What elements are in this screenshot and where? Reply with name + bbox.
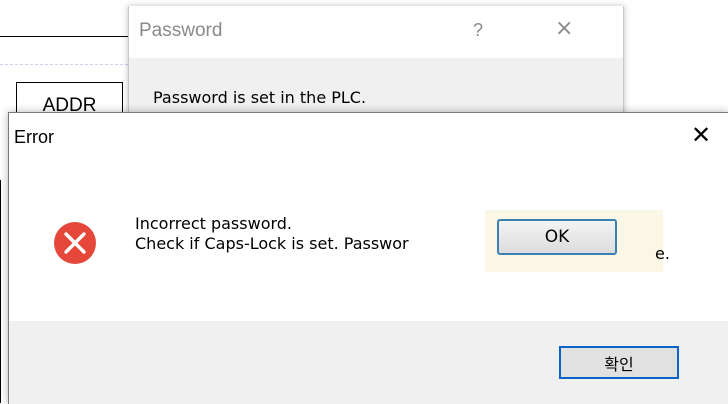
error-dialog-footer: 확인 xyxy=(9,321,728,404)
background-dashed-line xyxy=(0,64,128,65)
ok-button-overlay: OK e. xyxy=(485,210,670,272)
background-left-border xyxy=(0,180,1,403)
password-dialog-title: Password xyxy=(139,20,223,41)
error-dialog-titlebar: Error ✕ xyxy=(9,113,728,161)
password-dialog-close-icon[interactable]: × xyxy=(555,16,573,41)
ok-button[interactable]: OK xyxy=(497,219,617,255)
error-message: Incorrect password. Check if Caps-Lock i… xyxy=(135,214,409,254)
password-dialog-titlebar: Password ? × xyxy=(129,6,623,58)
error-message-line-1: Incorrect password. xyxy=(135,214,293,233)
error-dialog-close-icon[interactable]: ✕ xyxy=(691,121,711,149)
help-icon[interactable]: ? xyxy=(473,20,483,41)
error-dialog-title: Error xyxy=(14,127,54,147)
password-dialog-message: Password is set in the PLC. xyxy=(153,88,367,107)
background-divider xyxy=(0,36,128,37)
error-x-circle-icon xyxy=(54,222,96,264)
confirm-button[interactable]: 확인 xyxy=(559,346,679,379)
error-message-line-2: Check if Caps-Lock is set. Passwor xyxy=(135,234,409,253)
message-tail-text: e. xyxy=(655,244,670,263)
